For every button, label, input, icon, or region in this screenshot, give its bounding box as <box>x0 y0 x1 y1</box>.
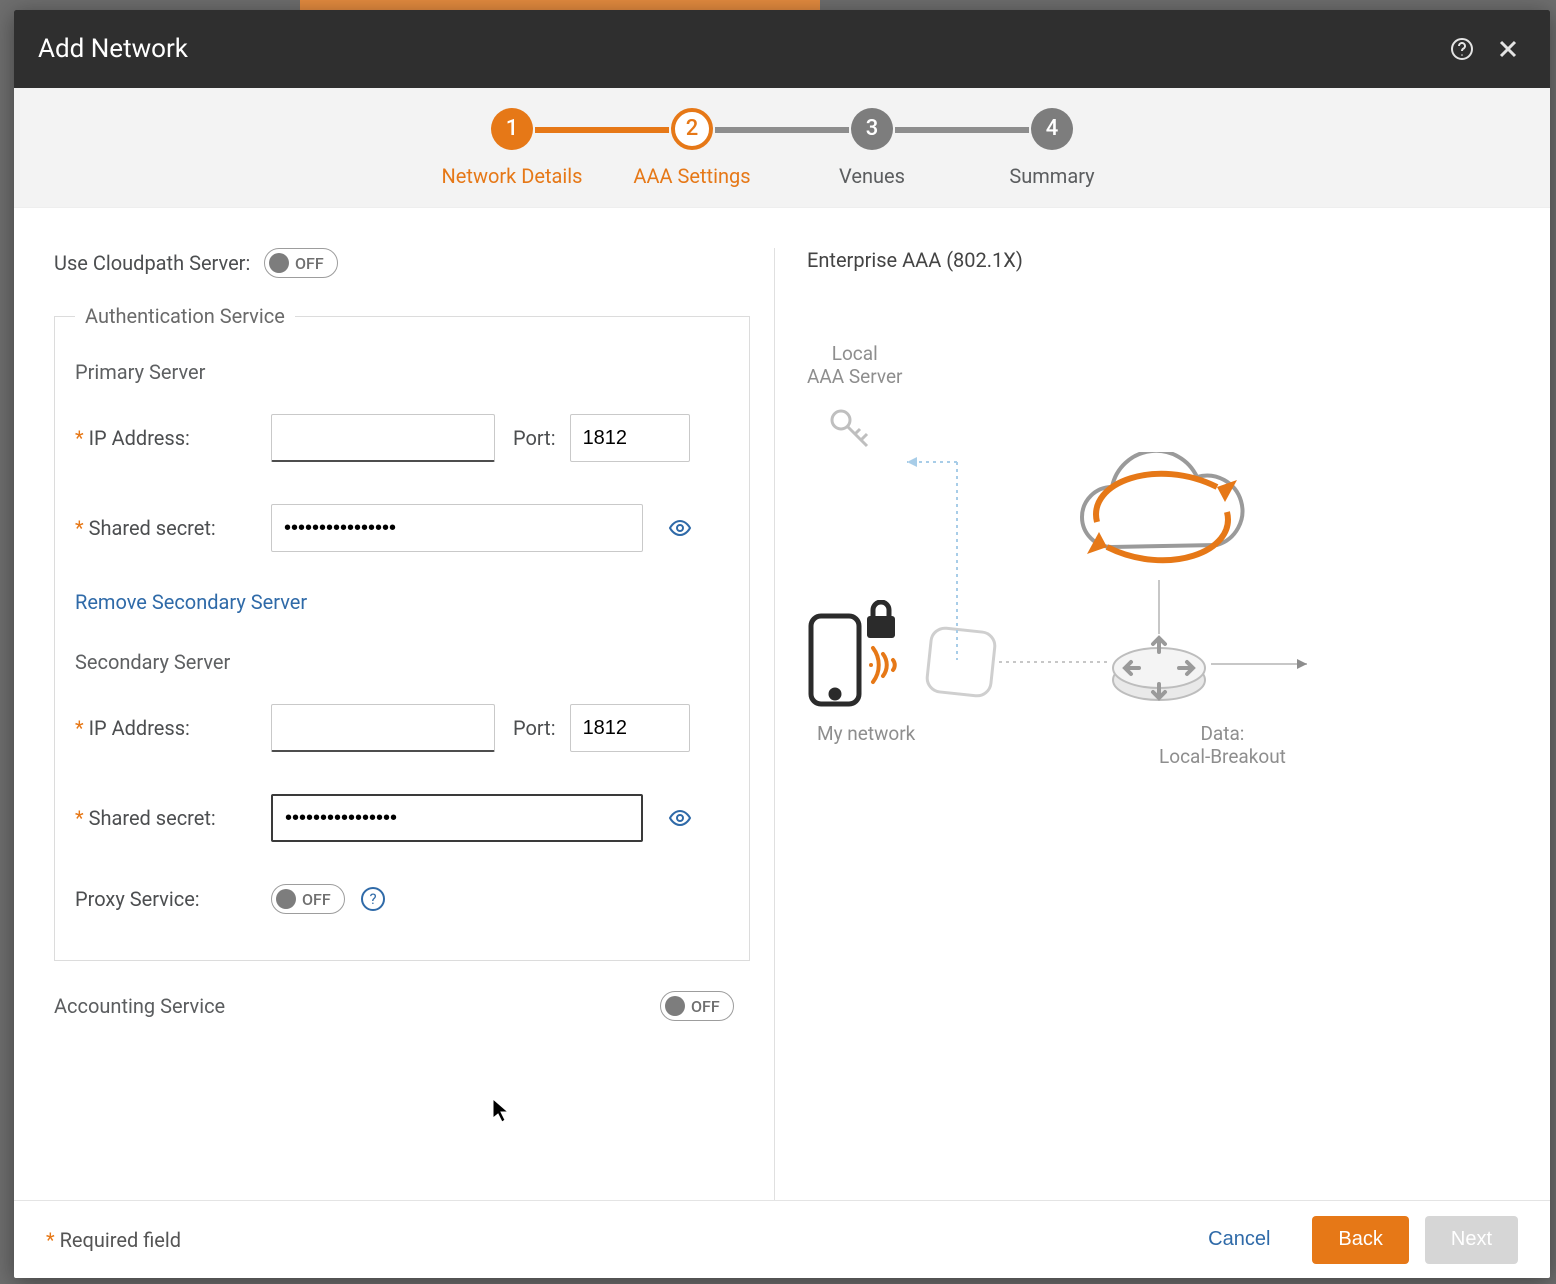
required-field-note: Required field <box>46 1228 181 1252</box>
proxy-service-row: Proxy Service: OFF ? <box>75 884 729 914</box>
toggle-knob <box>269 253 289 273</box>
aaa-type-title: Enterprise AAA (802.1X) <box>807 248 1510 272</box>
authentication-service-fieldset: Authentication Service Primary Server IP… <box>54 304 750 961</box>
step-number: 4 <box>1031 108 1073 150</box>
cloudpath-row: Use Cloudpath Server: OFF <box>54 248 750 278</box>
step-number: 3 <box>851 108 893 150</box>
step-label: Network Details <box>442 164 583 188</box>
secondary-secret-label: Shared secret: <box>75 806 271 830</box>
toggle-knob <box>276 889 296 909</box>
step-number: 2 <box>671 108 713 150</box>
secondary-ip-row: IP Address: Port: <box>75 704 729 752</box>
secondary-secret-row: Shared secret: <box>75 794 729 842</box>
auth-fieldset-legend: Authentication Service <box>75 304 295 328</box>
step-summary[interactable]: 4 Summary <box>962 108 1142 188</box>
primary-ip-row: IP Address: Port: <box>75 414 729 462</box>
toggle-off-label: OFF <box>302 890 331 909</box>
cloudpath-toggle[interactable]: OFF <box>264 248 338 278</box>
close-icon[interactable] <box>1494 35 1522 63</box>
primary-ip-input[interactable] <box>271 414 495 462</box>
modal-header: Add Network <box>14 10 1550 88</box>
primary-secret-label: Shared secret: <box>75 516 271 540</box>
step-label: AAA Settings <box>633 164 750 188</box>
toggle-knob <box>665 996 685 1016</box>
modal-footer: Required field Cancel Back Next <box>14 1200 1550 1278</box>
cursor-icon <box>492 1098 510 1124</box>
remove-secondary-link[interactable]: Remove Secondary Server <box>75 590 307 614</box>
cancel-button[interactable]: Cancel <box>1182 1216 1296 1264</box>
step-number: 1 <box>491 108 533 150</box>
primary-secret-input[interactable] <box>271 504 643 552</box>
back-button[interactable]: Back <box>1312 1216 1408 1264</box>
wizard-stepper: 1 Network Details 2 AAA Settings 3 Venue… <box>14 88 1550 208</box>
secondary-ip-input[interactable] <box>271 704 495 752</box>
step-label: Summary <box>1009 164 1094 188</box>
primary-ip-label: IP Address: <box>75 426 271 450</box>
toggle-off-label: OFF <box>295 254 324 273</box>
primary-port-label: Port: <box>513 426 556 450</box>
secondary-secret-input[interactable] <box>271 794 643 842</box>
step-network-details[interactable]: 1 Network Details <box>422 108 602 188</box>
help-icon[interactable] <box>1448 35 1476 63</box>
accounting-service-row: Accounting Service OFF <box>54 991 734 1021</box>
proxy-service-toggle[interactable]: OFF <box>271 884 345 914</box>
step-label: Venues <box>839 164 905 188</box>
cloudpath-label: Use Cloudpath Server: <box>54 251 264 275</box>
add-network-modal: Add Network 1 Network Details 2 AAA S <box>14 10 1550 1278</box>
background-accent-strip <box>300 0 820 10</box>
eye-icon[interactable] <box>667 805 693 831</box>
proxy-service-label: Proxy Service: <box>75 887 271 911</box>
secondary-port-label: Port: <box>513 716 556 740</box>
step-aaa-settings[interactable]: 2 AAA Settings <box>602 108 782 188</box>
modal-body: Use Cloudpath Server: OFF Authentication… <box>14 208 1550 1200</box>
primary-server-header: Primary Server <box>75 360 729 384</box>
modal-title: Add Network <box>38 34 188 64</box>
step-venues[interactable]: 3 Venues <box>782 108 962 188</box>
accounting-service-toggle[interactable]: OFF <box>660 991 734 1021</box>
next-button[interactable]: Next <box>1425 1216 1518 1264</box>
secondary-ip-label: IP Address: <box>75 716 271 740</box>
network-diagram: Local AAA Server My network Data: Local-… <box>807 342 1327 802</box>
diagram-connectors <box>807 342 1327 802</box>
toggle-off-label: OFF <box>691 997 720 1016</box>
form-left-column: Use Cloudpath Server: OFF Authentication… <box>54 248 774 1200</box>
primary-secret-row: Shared secret: <box>75 504 729 552</box>
primary-port-input[interactable] <box>570 414 690 462</box>
eye-icon[interactable] <box>667 515 693 541</box>
accounting-service-label: Accounting Service <box>54 994 225 1018</box>
secondary-server-header: Secondary Server <box>75 650 729 674</box>
info-icon[interactable]: ? <box>361 887 385 911</box>
secondary-port-input[interactable] <box>570 704 690 752</box>
preview-right-column: Enterprise AAA (802.1X) Local AAA Server… <box>774 248 1510 1200</box>
